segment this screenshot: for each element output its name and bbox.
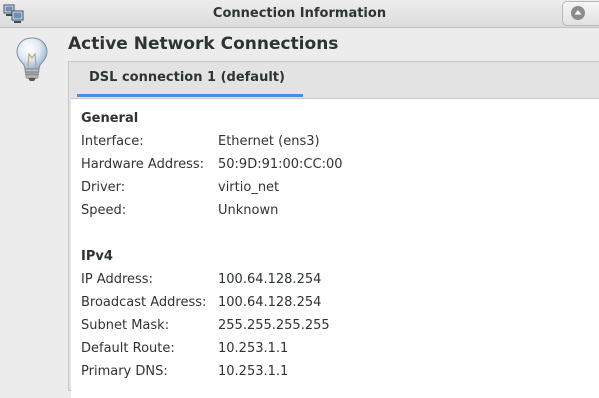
default-route-value: 10.253.1.1 <box>218 341 289 356</box>
window-title: Connection Information <box>212 6 387 21</box>
ip-address-label: IP Address: <box>81 272 153 287</box>
subnet-mask-value: 255.255.255.255 <box>218 318 330 333</box>
primary-dns-label: Primary DNS: <box>81 364 168 379</box>
section-title-general: General <box>81 111 139 126</box>
page-title: Active Network Connections <box>68 34 339 54</box>
interface-value: Ethernet (ens3) <box>218 134 320 149</box>
primary-dns-value: 10.253.1.1 <box>218 364 289 379</box>
hardware-address-value: 50:9D:91:00:CC:00 <box>218 157 343 172</box>
arrow-up-icon <box>571 6 585 20</box>
window-control-button[interactable] <box>562 1 599 26</box>
driver-label: Driver: <box>81 180 126 195</box>
subnet-mask-label: Subnet Mask: <box>81 318 170 333</box>
connection-details-page: General Interface: Ethernet (ens3) Hardw… <box>71 98 599 398</box>
ip-address-value: 100.64.128.254 <box>218 272 322 287</box>
lightbulb-icon <box>14 36 50 82</box>
driver-value: virtio_net <box>218 180 280 195</box>
tab-label: DSL connection 1 (default) <box>89 70 285 85</box>
connection-notebook: DSL connection 1 (default) General Inter… <box>68 61 599 398</box>
tab-dsl-connection-1[interactable]: DSL connection 1 (default) <box>77 62 303 96</box>
active-tab-indicator <box>77 94 303 97</box>
default-route-label: Default Route: <box>81 341 175 356</box>
interface-label: Interface: <box>81 134 144 149</box>
section-title-ipv4: IPv4 <box>81 249 113 264</box>
hardware-address-label: Hardware Address: <box>81 157 205 172</box>
broadcast-address-label: Broadcast Address: <box>81 295 207 310</box>
speed-label: Speed: <box>81 203 127 218</box>
broadcast-address-value: 100.64.128.254 <box>218 295 322 310</box>
title-bar: Connection Information <box>0 0 599 28</box>
speed-value: Unknown <box>218 203 279 218</box>
